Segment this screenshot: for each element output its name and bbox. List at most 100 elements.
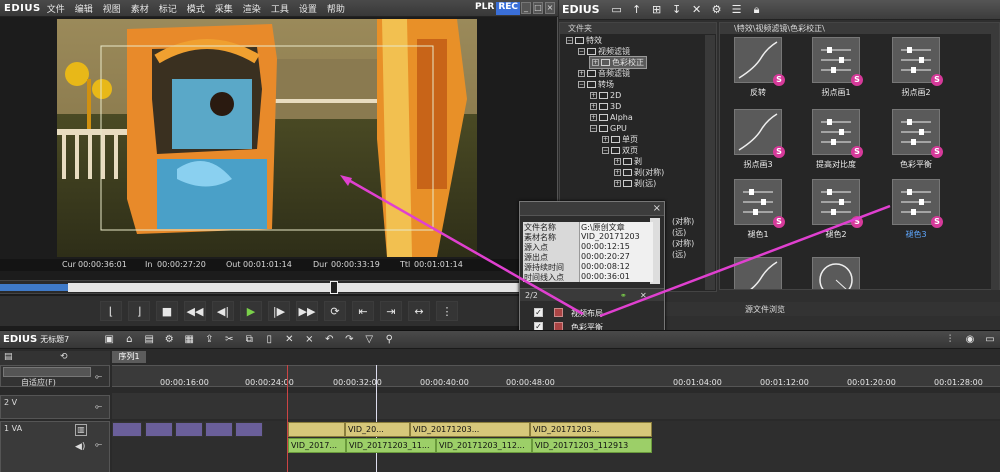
expand-icon[interactable]: + [614,169,621,176]
tree-node[interactable]: + 色彩校正 [589,56,647,69]
insert-icon[interactable]: ⇤ [352,301,374,321]
tree-node[interactable]: +3D [590,101,621,112]
set-in-icon[interactable]: ⌊ [100,301,122,321]
replace-icon[interactable]: ↔ [408,301,430,321]
up-folder-icon[interactable]: ↑ [630,3,644,16]
expand-icon[interactable]: + [614,158,621,165]
menu-capture[interactable]: 采集 [215,2,233,15]
playhead[interactable] [376,365,377,472]
tree-scrollbar[interactable] [705,35,715,290]
marker-icon[interactable]: ▽ [359,334,379,345]
minimize-icon[interactable]: _ [521,2,531,14]
menu-icon[interactable]: ▭ [980,334,1000,345]
delete-icon[interactable]: ✕ [279,334,299,345]
set-out-icon[interactable]: ⌋ [128,301,150,321]
audio-clip[interactable]: VID_20171203_11... [346,438,436,453]
tree-node[interactable]: − 特效 [566,35,602,46]
mixer-icon[interactable]: ⫶ [940,334,960,345]
tab-source-browser[interactable]: 源文件浏览 [745,304,785,315]
folder-icon[interactable]: ▭ [610,3,624,16]
play-icon[interactable]: ▶ [240,301,262,321]
video-monitor[interactable] [57,19,477,257]
sync-icon[interactable]: ⟜ [95,402,102,412]
menu-mode[interactable]: 模式 [187,2,205,15]
tree-node[interactable]: + 音频滤镜 [578,68,630,79]
effect-thumbnail[interactable]: S [892,179,943,228]
sequence-icon[interactable]: ▦ [179,334,199,345]
tree-node[interactable]: + 剥(对称) [614,167,664,178]
stop-icon[interactable]: ■ [156,301,178,321]
open-project-icon[interactable]: ⌂ [119,334,139,345]
expand-icon[interactable]: + [602,136,609,143]
tree-node[interactable]: + 单页 [602,134,638,145]
effect-thumbnail[interactable]: S [812,37,863,86]
track-lane-2v[interactable] [112,393,1000,419]
video-clip[interactable] [112,422,142,437]
fast-forward-icon[interactable]: ▶▶ [296,301,318,321]
collapse-icon[interactable]: − [578,81,585,88]
settings-icon[interactable]: ⚙ [159,334,179,345]
expand-icon[interactable]: + [578,70,585,77]
track-icon[interactable]: ▤ [4,352,13,362]
lock-icon[interactable]: 🔒︎ [750,3,764,17]
tree-node[interactable]: + Alpha [590,112,633,123]
filter-checkbox[interactable]: ✓ [534,308,543,317]
delete-icon[interactable]: ✕ [690,3,704,16]
menu-settings[interactable]: 设置 [299,2,317,15]
collapse-icon[interactable]: − [590,125,597,132]
link-icon[interactable]: ⚭ [620,289,627,302]
apply-icon[interactable]: ↧ [670,3,684,16]
position-slider[interactable] [0,280,558,294]
menu-tools[interactable]: 工具 [271,2,289,15]
audio-icon[interactable]: ◀) [75,442,85,452]
output-icon[interactable]: ⋮ [436,301,458,321]
sync-icon[interactable]: ⟜ [95,440,102,450]
menu-clip[interactable]: 素材 [131,2,149,15]
effect-thumbnail[interactable] [812,257,860,289]
tree-node[interactable]: − GPU [590,123,627,134]
tree-node[interactable]: + 剥 [614,156,642,167]
filter-label[interactable]: 视频布局 [571,308,603,319]
expand-icon[interactable]: + [590,92,597,99]
video-clip[interactable]: VID_20171203... [410,422,530,437]
expand-icon[interactable]: + [590,103,597,110]
sync-icon[interactable]: ⟲ [60,352,68,362]
cut-icon[interactable]: ✂ [219,334,239,345]
collapse-icon[interactable]: − [602,147,609,154]
undo-icon[interactable]: ↶ [319,334,339,345]
effect-thumbnail[interactable]: S [734,179,785,228]
render-icon[interactable]: ◉ [960,334,980,345]
tree-node[interactable]: − 双页 [602,145,638,156]
player-recorder-toggle[interactable]: PLR REC [473,2,520,15]
tree-node[interactable]: − 转场 [578,79,614,90]
grid-scrollbar[interactable] [991,34,999,290]
loop-icon[interactable]: ⟳ [324,301,346,321]
redo-icon[interactable]: ↷ [339,334,359,345]
snap-icon[interactable]: ⟜ [95,372,102,382]
ripple-delete-icon[interactable]: ⨯ [299,334,319,345]
delete-filter-icon[interactable]: ✕ [640,289,647,302]
step-back-icon[interactable]: ◀| [212,301,234,321]
new-folder-icon[interactable]: ⊞ [650,3,664,16]
audio-clip[interactable]: VID_20171203_112913 [532,438,652,453]
menu-help[interactable]: 帮助 [327,2,345,15]
video-clip[interactable]: VID_20... [345,422,410,437]
overwrite-icon[interactable]: ⇥ [380,301,402,321]
collapse-icon[interactable]: − [566,37,573,44]
link-icon[interactable]: ⚲ [379,334,399,345]
audio-clip[interactable]: VID_20171203_112... [436,438,532,453]
view-icon[interactable]: ☰ [730,3,744,16]
effect-thumbnail[interactable]: S [892,37,943,86]
menu-marker[interactable]: 标记 [159,2,177,15]
expand-icon[interactable]: + [592,59,599,66]
tree-node[interactable]: − 视频滤镜 [578,46,630,57]
expand-icon[interactable]: + [590,114,597,121]
video-clip[interactable]: VID_20171203... [530,422,652,437]
video-mute-icon[interactable]: ▥ [75,424,87,436]
slider-handle[interactable] [330,281,338,294]
save-project-icon[interactable]: ▤ [139,334,159,345]
collapse-icon[interactable]: − [578,48,585,55]
new-project-icon[interactable]: ▣ [99,334,119,345]
audio-clip[interactable]: VID_2017... [288,438,346,453]
effect-thumbnail[interactable]: S [734,37,785,86]
